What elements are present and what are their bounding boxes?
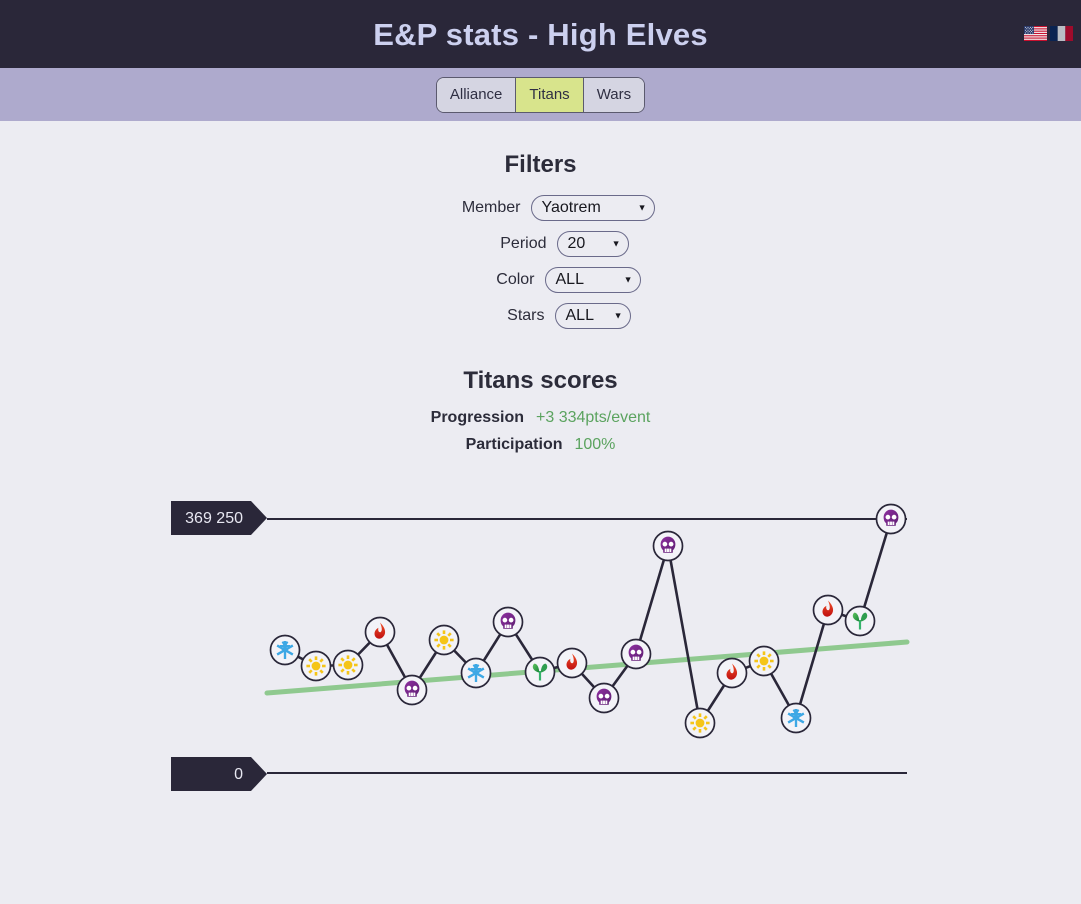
data-point-1[interactable] [269, 634, 301, 666]
flag-us-icon[interactable] [1024, 26, 1047, 41]
stars-select-value: ALL [565, 307, 594, 324]
data-point-7[interactable] [460, 657, 492, 689]
participation-value: 100% [574, 436, 616, 453]
progression-row: Progression +3 334pts/event [0, 409, 1081, 427]
sun-icon [306, 656, 326, 676]
tab-group: Alliance Titans Wars [435, 76, 646, 113]
data-point-15[interactable] [716, 657, 748, 689]
flag-fr-icon[interactable] [1050, 26, 1073, 41]
skull-eye-left [502, 617, 508, 623]
member-select-value: Yaotrem [541, 199, 601, 216]
data-point-4[interactable] [364, 616, 396, 648]
skull-eye-left [598, 693, 604, 699]
tab-alliance[interactable]: Alliance [436, 77, 517, 112]
filter-row-stars: Stars ALL ▼ [0, 303, 1081, 329]
sun-icon [690, 713, 710, 733]
stars-label: Stars [507, 307, 545, 324]
chevron-down-icon: ▼ [611, 238, 621, 249]
stars-select[interactable]: ALL ▼ [554, 303, 631, 329]
skull-eye-right [508, 617, 514, 623]
data-point-marker [716, 657, 748, 689]
filter-row-period: Period 20 ▼ [0, 231, 1081, 257]
progression-label: Progression [430, 409, 525, 426]
data-point-5[interactable] [396, 674, 428, 706]
period-select[interactable]: 20 ▼ [556, 231, 629, 257]
skull-eye-left [885, 514, 891, 520]
skull-eye-left [662, 541, 668, 547]
data-point-18[interactable] [812, 594, 844, 626]
data-point-8[interactable] [492, 606, 524, 638]
skull-eye-right [412, 685, 418, 691]
tab-titans[interactable]: Titans [516, 77, 584, 112]
data-point-9[interactable] [524, 656, 556, 688]
sun-icon [754, 651, 774, 671]
min-value-label-shape [171, 757, 267, 791]
sun-icon [434, 630, 454, 650]
skull-eye-right [604, 693, 610, 699]
data-point-13[interactable] [652, 530, 684, 562]
max-value-label: 369 250 [171, 501, 267, 535]
data-point-3[interactable] [332, 649, 364, 681]
data-point-marker [556, 647, 588, 679]
chevron-down-icon: ▼ [637, 202, 647, 213]
participation-row: Participation 100% [0, 436, 1081, 454]
skull-eye-left [406, 685, 412, 691]
chevron-down-icon: ▼ [623, 274, 633, 285]
min-value-label: 0 [171, 757, 267, 791]
color-select-value: ALL [555, 271, 584, 288]
tab-wars[interactable]: Wars [583, 77, 645, 112]
period-select-value: 20 [567, 235, 586, 252]
skull-eye-right [891, 514, 897, 520]
data-point-17[interactable] [780, 702, 812, 734]
data-point-2[interactable] [300, 650, 332, 682]
skull-eye-right [636, 649, 642, 655]
color-select[interactable]: ALL ▼ [544, 267, 641, 293]
skull-eye-left [630, 649, 636, 655]
navbar: Alliance Titans Wars [0, 68, 1081, 121]
data-point-16[interactable] [748, 645, 780, 677]
skull-eye-right [668, 541, 674, 547]
filter-row-color: Color ALL ▼ [0, 267, 1081, 293]
filters-heading: Filters [504, 151, 577, 178]
member-label: Member [461, 199, 521, 216]
data-point-12[interactable] [620, 638, 652, 670]
data-point-14[interactable] [684, 707, 716, 739]
sun-icon [338, 655, 358, 675]
main-content: Filters Member Yaotrem ▼ Period 20 ▼ Col… [0, 121, 1081, 820]
app-header: E&P stats - High Elves [0, 0, 1081, 68]
data-point-11[interactable] [588, 682, 620, 714]
min-value-label-text: 0 [234, 766, 243, 783]
language-switcher [1024, 26, 1073, 41]
titans-score-chart: 369 250 0 [0, 490, 1081, 820]
page-title: E&P stats - High Elves [373, 16, 708, 52]
color-label: Color [496, 271, 535, 288]
period-label: Period [500, 235, 547, 252]
app-root: E&P stats - High Elves Alliance Titans W… [0, 0, 1081, 904]
member-select[interactable]: Yaotrem ▼ [530, 195, 655, 221]
data-point-20[interactable] [875, 503, 907, 535]
chevron-down-icon: ▼ [613, 310, 623, 321]
data-point-19[interactable] [844, 605, 876, 637]
titans-scores-heading: Titans scores [463, 367, 618, 394]
data-point-marker [812, 594, 844, 626]
max-value-label-text: 369 250 [185, 510, 243, 527]
chart-canvas: 369 250 0 [171, 501, 910, 791]
data-point-marker [364, 616, 396, 648]
data-point-6[interactable] [428, 624, 460, 656]
data-point-10[interactable] [556, 647, 588, 679]
filters-panel: Member Yaotrem ▼ Period 20 ▼ Color ALL ▼ [0, 195, 1081, 329]
participation-label: Participation [465, 436, 563, 453]
progression-value: +3 334pts/event [536, 409, 651, 426]
filter-row-member: Member Yaotrem ▼ [0, 195, 1081, 221]
